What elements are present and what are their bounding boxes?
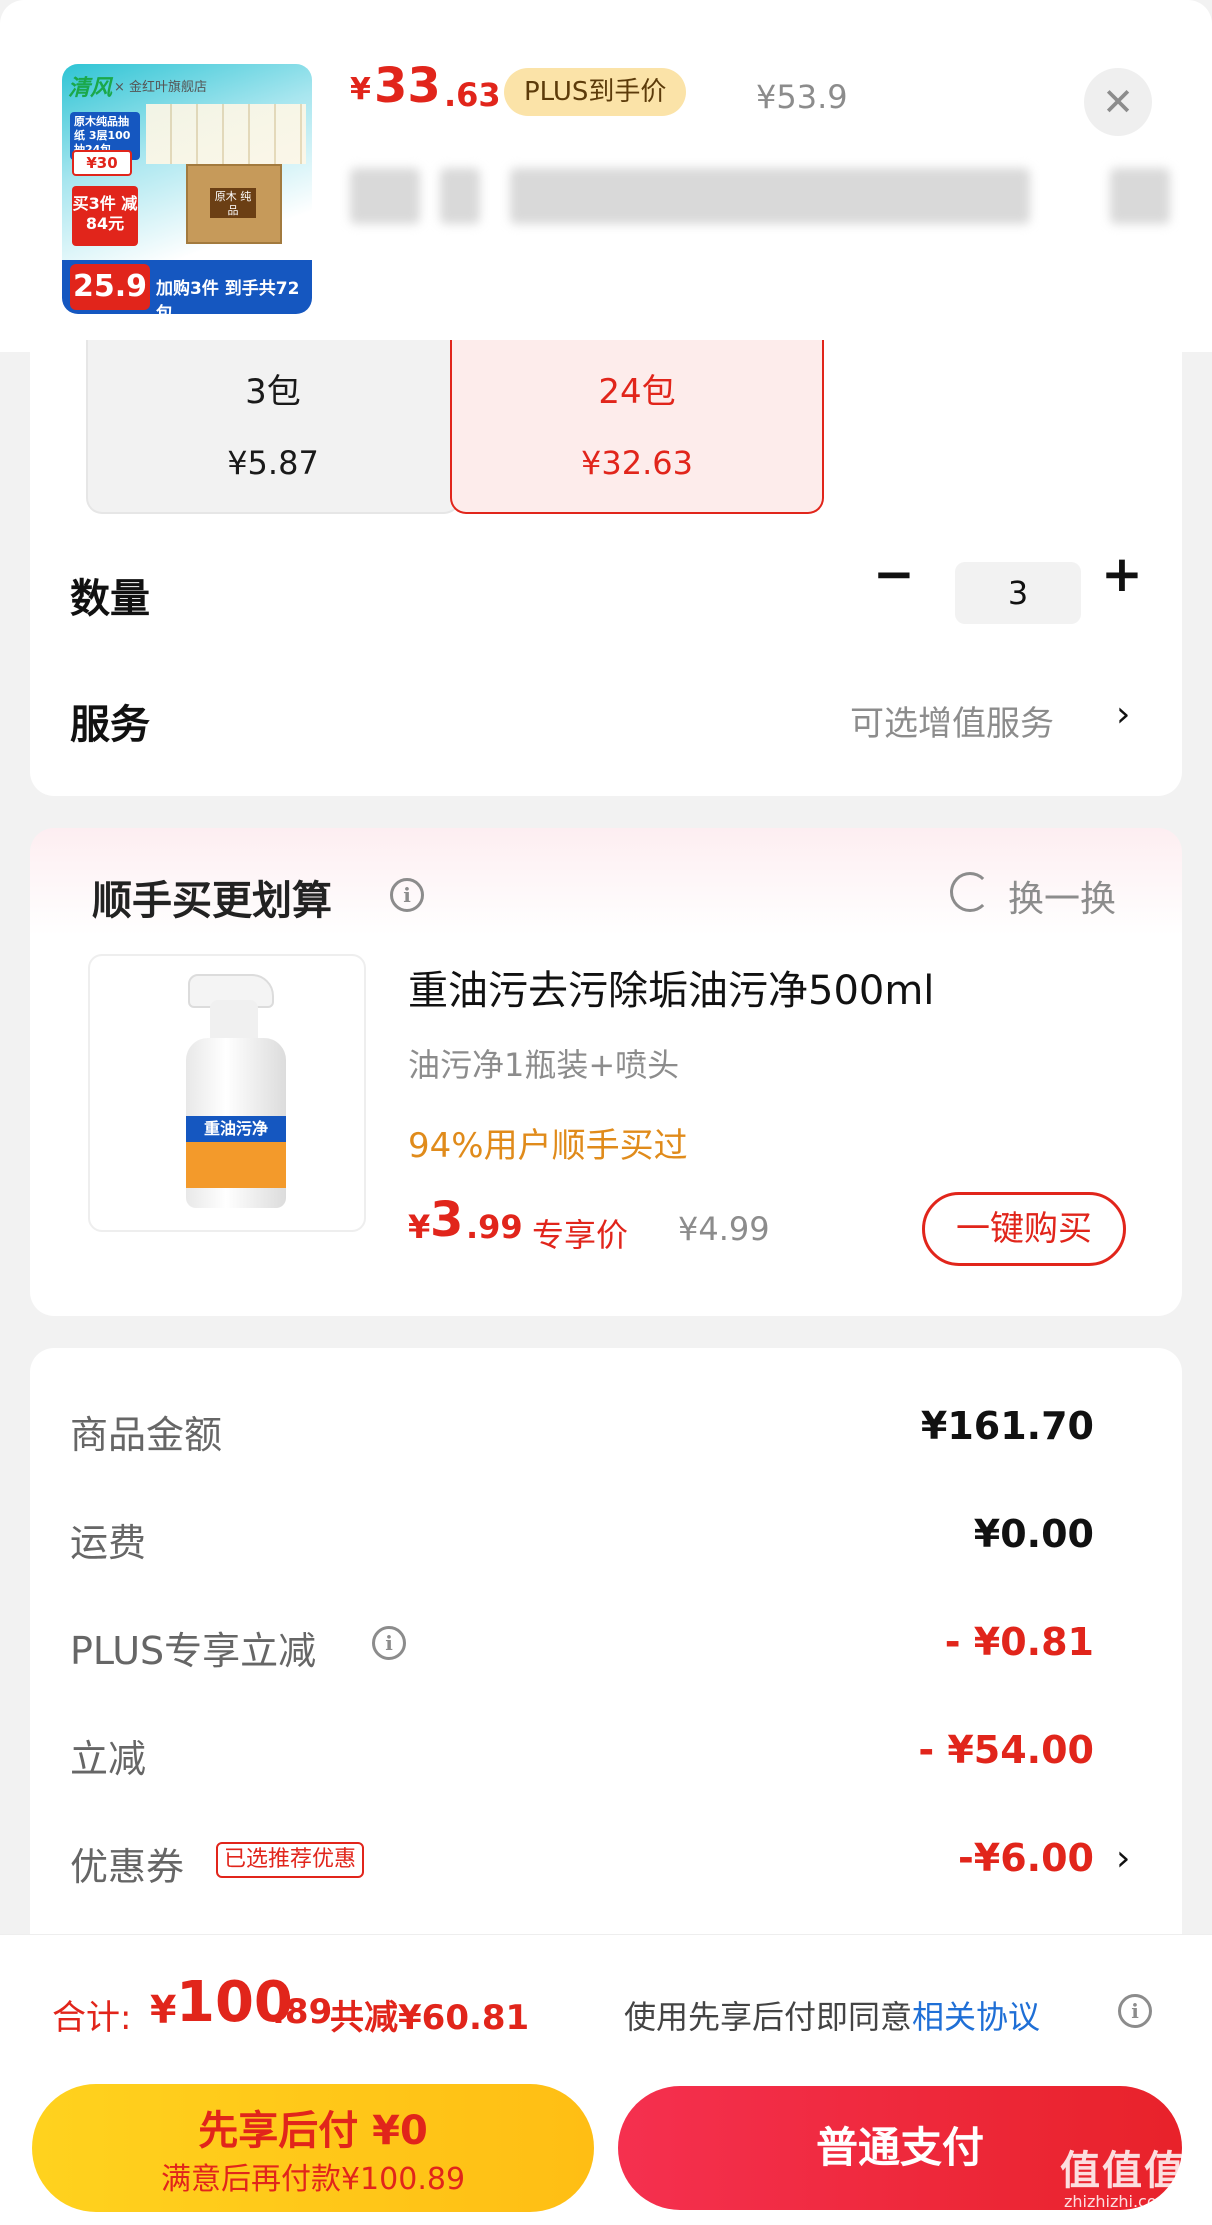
header-price-integer: 33 — [374, 58, 441, 114]
sku-name: 3包 — [245, 372, 301, 412]
header-price-symbol: ¥ — [350, 72, 371, 107]
total-symbol: ¥ — [150, 1988, 177, 2032]
upsell-title: 顺手买更划算 — [92, 878, 332, 924]
chevron-right-icon[interactable]: › — [1116, 694, 1130, 735]
watermark: 值值值 — [1060, 2148, 1186, 2194]
upsell-price-integer: 3 — [430, 1192, 464, 1248]
info-icon[interactable]: i — [1118, 1994, 1152, 2028]
sku-name: 24包 — [598, 372, 676, 412]
shipping-value: ¥0.00 — [973, 1512, 1094, 1556]
agreement-text: 使用先享后付即同意相关协议 — [624, 1992, 1040, 2038]
instant-discount-value: - ¥54.00 — [918, 1728, 1094, 1772]
product-thumbnail: 清风 × 金红叶旗舰店 原木纯品抽纸 3层100抽24包 ¥30 买3件 减84… — [62, 64, 312, 314]
instant-discount-label: 立减 — [70, 1737, 147, 1781]
chevron-right-icon[interactable]: › — [1116, 1838, 1130, 1879]
plus-discount-label: PLUS专享立减 — [70, 1629, 317, 1673]
upsell-product-spec: 油污净1瓶装+喷头 — [408, 1046, 680, 1084]
thumbnail-coupon: ¥30 — [72, 150, 132, 176]
thumbnail-store: × 金红叶旗舰店 — [114, 80, 208, 95]
quantity-input[interactable]: 3 — [955, 562, 1081, 624]
upsell-product-image[interactable]: 重油污净 — [88, 954, 366, 1232]
subtotal-value: ¥161.70 — [920, 1404, 1094, 1448]
upsell-product-name[interactable]: 重油污去污除垢油污净500ml — [408, 958, 934, 1016]
thumbnail-deal: 买3件 减84元 — [72, 186, 138, 246]
tissue-packs-image — [146, 104, 306, 164]
info-icon[interactable]: i — [372, 1626, 406, 1660]
recommended-coupon-badge: 已选推荐优惠 — [216, 1842, 365, 1878]
tissue-box-image: 原木 纯品 — [186, 164, 282, 244]
upsell-price-symbol: ¥ — [408, 1208, 431, 1246]
service-label: 服务 — [70, 702, 150, 748]
close-icon[interactable]: ✕ — [1084, 68, 1152, 136]
upsell-price-decimal: .99 — [466, 1208, 523, 1246]
plus-price-badge: PLUS到手价 — [504, 68, 687, 116]
sku-option-selected[interactable]: 24包 ¥32.63 — [450, 340, 824, 514]
service-value[interactable]: 可选增值服务 — [850, 696, 1054, 745]
quantity-decrease-button[interactable]: − — [864, 546, 924, 606]
shipping-label: 运费 — [70, 1521, 147, 1565]
bottle-label-text: 重油污净 — [186, 1116, 286, 1142]
sku-price: ¥32.63 — [581, 444, 693, 482]
header-original-price: ¥53.9 — [756, 78, 848, 116]
upsell-purchase-rate: 94%用户顺手买过 — [408, 1126, 688, 1166]
total-label: 合计: — [52, 1998, 132, 2038]
sku-price: ¥5.87 — [227, 444, 319, 482]
thumbnail-bottom-text: 加购3件 到手共72包 — [156, 279, 300, 314]
sku-option[interactable]: 3包 ¥5.87 — [86, 340, 460, 514]
agreement-link[interactable]: 相关协议 — [912, 1998, 1040, 2036]
agreement-prefix: 使用先享后付即同意 — [624, 1998, 913, 2036]
blurred-title — [510, 168, 1030, 224]
quantity-increase-button[interactable]: + — [1092, 546, 1152, 606]
blurred-title — [1110, 168, 1170, 224]
blurred-title — [350, 168, 420, 224]
tissue-box-logo: 原木 纯品 — [210, 188, 256, 218]
pay-later-subtitle: 满意后再付款¥100.89 — [160, 2162, 466, 2197]
pay-later-title: 先享后付 ¥0 — [198, 2108, 428, 2154]
info-icon[interactable]: i — [390, 878, 424, 912]
blurred-title — [440, 168, 480, 224]
one-click-buy-button[interactable]: 一键购买 — [922, 1192, 1126, 1266]
header-price-decimal: .63 — [444, 76, 501, 114]
watermark-url: zhizhizhi.com — [1064, 2192, 1173, 2211]
coupon-label: 优惠券 — [70, 1845, 185, 1889]
coupon-value[interactable]: -¥6.00 — [958, 1836, 1094, 1880]
thumbnail-brand: 清风 — [68, 76, 113, 101]
swap-button[interactable]: 换一换 — [1008, 870, 1116, 922]
plus-discount-value: - ¥0.81 — [944, 1620, 1094, 1664]
subtotal-label: 商品金额 — [70, 1413, 223, 1457]
upsell-original-price: ¥4.99 — [678, 1210, 770, 1248]
upsell-price-tag: 专享价 — [532, 1216, 629, 1254]
total-decimal: .89 — [272, 1992, 333, 2032]
thumbnail-price: 25.9 — [70, 264, 150, 310]
total-saved: 共减¥60.81 — [330, 1998, 530, 2038]
refresh-icon[interactable] — [950, 872, 990, 912]
pay-later-button[interactable]: 先享后付 ¥0 满意后再付款¥100.89 — [32, 2084, 594, 2212]
quantity-label: 数量 — [70, 576, 150, 622]
